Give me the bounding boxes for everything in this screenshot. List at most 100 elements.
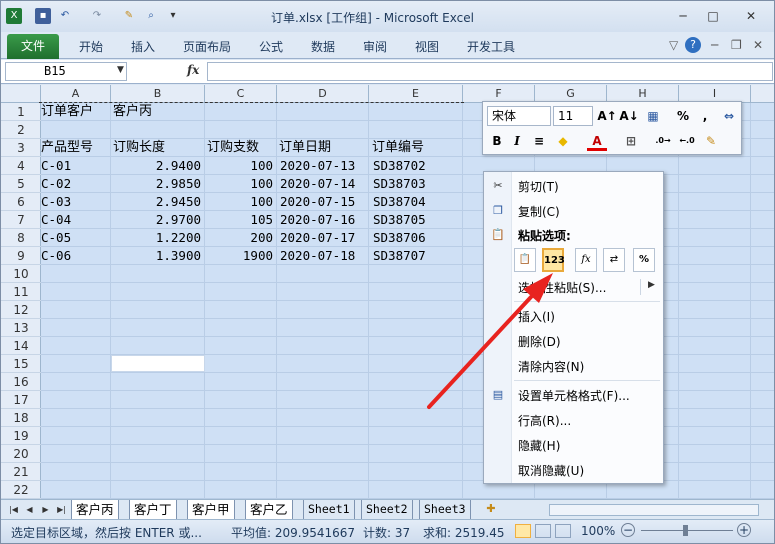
doc-restore-icon[interactable]: ❐ [731, 38, 742, 52]
table-cell[interactable]: SD38702 [373, 157, 463, 175]
menu-item-paste-special[interactable]: 选择性粘贴(S)... [518, 279, 606, 296]
new-sheet-icon[interactable]: ✚ [483, 502, 499, 517]
maximize-button[interactable]: □ [701, 7, 725, 25]
zoom-slider-thumb[interactable] [683, 525, 688, 536]
brush-icon[interactable]: ✎ [121, 8, 137, 24]
center-align-button[interactable]: ≡ [529, 131, 549, 151]
active-cell-b15[interactable] [111, 355, 205, 372]
minimize-button[interactable]: ─ [671, 7, 695, 25]
number-format-icon[interactable]: ▦ [643, 106, 663, 126]
menu-item-format-cells[interactable]: 设置单元格格式(F)... [518, 387, 630, 404]
normal-view-icon[interactable] [515, 524, 531, 538]
column-header[interactable]: B [111, 85, 205, 103]
row-header[interactable]: 6 [1, 193, 41, 211]
row-header[interactable]: 13 [1, 319, 41, 337]
sheet-tab-sheet2[interactable]: Sheet2 [361, 500, 413, 519]
column-header[interactable]: E [369, 85, 463, 103]
increase-decimal-icon[interactable]: .0→ [653, 131, 673, 151]
row-header[interactable]: 18 [1, 409, 41, 427]
sheet-tab-sheet1[interactable]: Sheet1 [303, 500, 355, 519]
paste-formatting-button[interactable]: % [633, 248, 655, 272]
row-header[interactable]: 3 [1, 139, 41, 157]
row-header[interactable]: 16 [1, 373, 41, 391]
first-sheet-icon[interactable]: |◀ [7, 503, 20, 516]
sheet-tab-kehu-yi[interactable]: 客户乙 [245, 500, 293, 519]
tab-formulas[interactable]: 公式 [259, 38, 283, 55]
menu-item-insert[interactable]: 插入(I) [518, 308, 555, 325]
row-header[interactable]: 20 [1, 445, 41, 463]
paste-values-button[interactable]: 123 [542, 248, 565, 272]
row-header[interactable]: 14 [1, 337, 41, 355]
table-cell[interactable]: C-06 [41, 247, 109, 265]
row-header[interactable]: 11 [1, 283, 41, 301]
table-cell[interactable]: 2020-07-17 [280, 229, 372, 247]
tab-page-layout[interactable]: 页面布局 [183, 38, 231, 55]
table-cell[interactable]: 105 [205, 211, 273, 229]
row-header[interactable]: 4 [1, 157, 41, 175]
paste-formulas-button[interactable]: fx [575, 248, 597, 272]
name-box[interactable]: B15 [5, 62, 127, 81]
table-cell[interactable]: C-02 [41, 175, 109, 193]
table-cell[interactable]: 2020-07-18 [280, 247, 372, 265]
menu-item-delete[interactable]: 删除(D) [518, 333, 561, 350]
decrease-decimal-icon[interactable]: ←.0 [677, 131, 697, 151]
table-cell[interactable]: C-04 [41, 211, 109, 229]
shrink-font-icon[interactable]: A↓ [619, 106, 639, 126]
customize-icon[interactable]: ▾ [165, 8, 181, 24]
column-header[interactable]: D [277, 85, 369, 103]
column-header[interactable]: C [205, 85, 277, 103]
table-cell[interactable]: 1.3900 [111, 247, 201, 265]
fill-color-icon[interactable]: ◆ [553, 131, 573, 151]
table-cell[interactable]: 2.9850 [111, 175, 201, 193]
tab-insert[interactable]: 插入 [131, 38, 155, 55]
italic-button[interactable]: I [507, 131, 527, 151]
undo-icon[interactable]: ↶ [57, 8, 73, 24]
table-cell[interactable]: 100 [205, 175, 273, 193]
row-header[interactable]: 9 [1, 247, 41, 265]
table-cell[interactable]: 2020-07-13 [280, 157, 372, 175]
insert-function-button[interactable]: fx [187, 63, 199, 77]
paste-transpose-button[interactable]: ⇄ [603, 248, 625, 272]
sheet-tab-kehu-jia[interactable]: 客户甲 [187, 500, 235, 519]
tab-home[interactable]: 开始 [79, 38, 103, 55]
table-cell[interactable]: SD38705 [373, 211, 463, 229]
menu-item-hide[interactable]: 隐藏(H) [518, 437, 560, 454]
font-size-select[interactable]: 11 [553, 106, 593, 126]
tab-developer[interactable]: 开发工具 [467, 38, 515, 55]
submenu-arrow-icon[interactable]: ▶ [648, 280, 655, 290]
row-header[interactable]: 2 [1, 121, 41, 139]
sheet-tab-sheet3[interactable]: Sheet3 [419, 500, 471, 519]
menu-item-row-height[interactable]: 行高(R)... [518, 412, 571, 429]
ribbon-collapse-icon[interactable]: ▽ [669, 38, 678, 52]
next-sheet-icon[interactable]: ▶ [39, 503, 52, 516]
tab-data[interactable]: 数据 [311, 38, 335, 55]
help-icon[interactable]: ? [685, 37, 701, 53]
format-painter-icon[interactable]: ✎ [701, 131, 721, 151]
percent-style-button[interactable]: % [673, 106, 693, 126]
table-cell[interactable]: 2.9400 [111, 157, 201, 175]
comma-style-button[interactable]: , [695, 106, 715, 126]
prev-sheet-icon[interactable]: ◀ [23, 503, 36, 516]
menu-item-clear-contents[interactable]: 清除内容(N) [518, 358, 584, 375]
tab-view[interactable]: 视图 [415, 38, 439, 55]
merge-center-icon[interactable]: ⇔ [719, 106, 739, 126]
menu-item-cut[interactable]: 剪切(T) [518, 178, 559, 195]
row-header[interactable]: 5 [1, 175, 41, 193]
row-header[interactable]: 22 [1, 481, 41, 499]
horizontal-scrollbar[interactable] [549, 504, 759, 516]
font-name-select[interactable]: 宋体 [487, 106, 551, 126]
redo-icon[interactable]: ↷ [89, 8, 105, 24]
table-cell[interactable]: 2.9700 [111, 211, 201, 229]
page-layout-view-icon[interactable] [535, 524, 551, 538]
grow-font-icon[interactable]: A↑ [597, 106, 617, 126]
borders-icon[interactable]: ⊞ [621, 131, 641, 151]
table-cell[interactable]: C-05 [41, 229, 109, 247]
table-cell[interactable]: 1900 [205, 247, 273, 265]
cell-a1[interactable]: 订单客户 [41, 103, 121, 121]
table-cell[interactable]: 2020-07-14 [280, 175, 372, 193]
row-header[interactable]: 15 [1, 355, 41, 373]
paste-button[interactable]: 📋 [514, 248, 536, 272]
table-cell[interactable]: C-01 [41, 157, 109, 175]
row-header[interactable]: 8 [1, 229, 41, 247]
formula-input[interactable] [207, 62, 773, 81]
